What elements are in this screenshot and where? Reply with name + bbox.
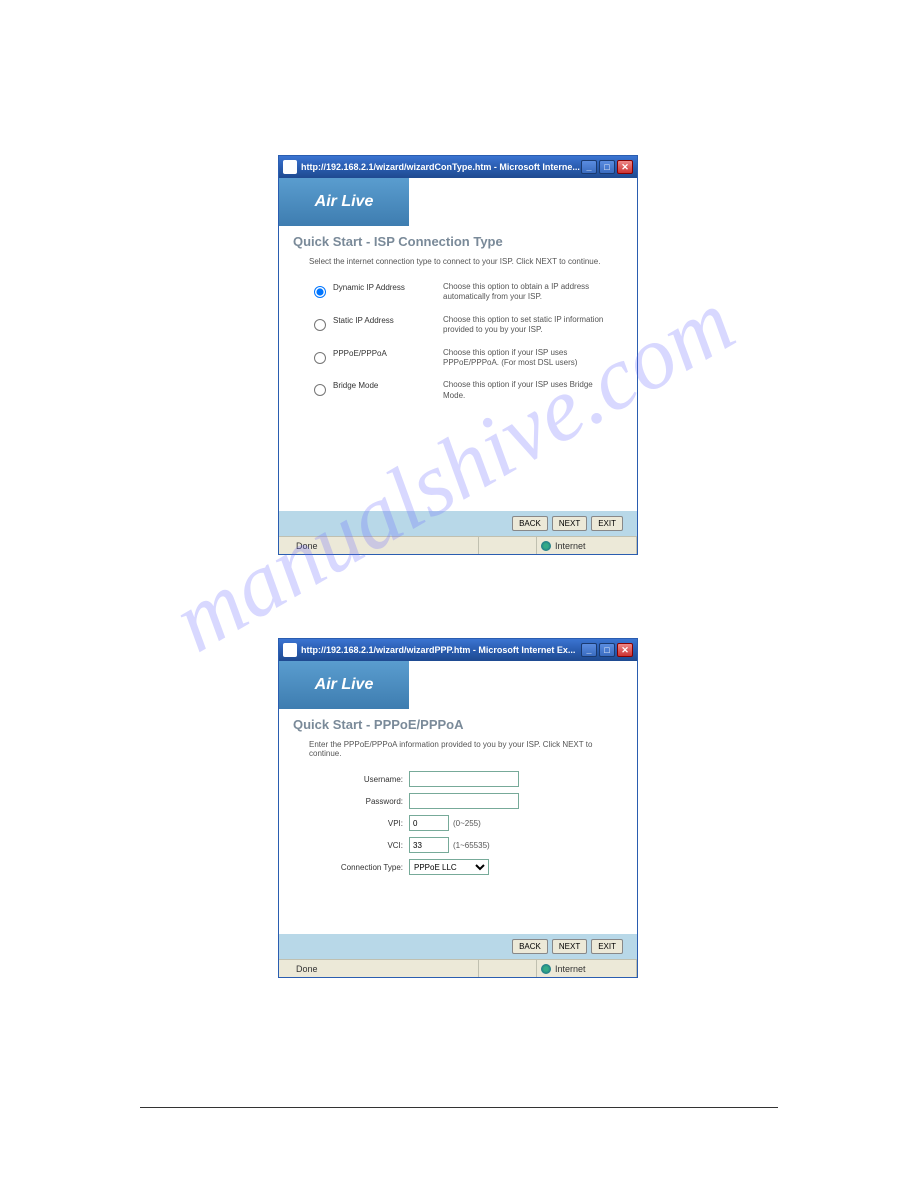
- back-button[interactable]: BACK: [512, 939, 548, 954]
- radio-bridge[interactable]: [314, 384, 326, 396]
- next-button[interactable]: NEXT: [552, 516, 587, 531]
- status-zone: Internet: [537, 960, 637, 977]
- label-vci: VCI:: [309, 841, 409, 850]
- window-title: http://192.168.2.1/wizard/wizardPPP.htm …: [301, 645, 581, 655]
- radio-static-ip[interactable]: [314, 319, 326, 331]
- globe-icon: [541, 964, 551, 974]
- label-vpi: VPI:: [309, 819, 409, 828]
- ie-icon: [283, 643, 297, 657]
- maximize-button[interactable]: □: [599, 643, 615, 657]
- status-internet: Internet: [555, 541, 586, 551]
- row-conntype: Connection Type: PPPoE LLC: [279, 856, 637, 878]
- airlive-logo: Air Live: [279, 178, 409, 226]
- button-bar: BACK NEXT EXIT: [279, 511, 637, 536]
- titlebar[interactable]: http://192.168.2.1/wizard/wizardConType.…: [279, 156, 637, 178]
- label-conntype: Connection Type:: [309, 863, 409, 872]
- row-username: Username:: [279, 768, 637, 790]
- option-bridge[interactable]: Bridge Mode Choose this option if your I…: [279, 374, 637, 407]
- input-username[interactable]: [409, 771, 519, 787]
- radio-pppoe[interactable]: [314, 352, 326, 364]
- input-password[interactable]: [409, 793, 519, 809]
- logo-spacer: [409, 178, 637, 226]
- row-vpi: VPI: (0~255): [279, 812, 637, 834]
- option-label: Bridge Mode: [333, 380, 433, 390]
- globe-icon: [541, 541, 551, 551]
- content-area: Air Live Quick Start - PPPoE/PPPoA Enter…: [279, 661, 637, 959]
- content-area: Air Live Quick Start - ISP Connection Ty…: [279, 178, 637, 536]
- note-vpi: (0~255): [453, 819, 481, 828]
- page-icon: [283, 964, 293, 974]
- option-desc: Choose this option if your ISP uses Brid…: [443, 380, 607, 401]
- label-username: Username:: [309, 775, 409, 784]
- status-text: Done: [279, 960, 479, 977]
- minimize-button[interactable]: _: [581, 643, 597, 657]
- page-separator: [140, 1107, 778, 1108]
- row-password: Password:: [279, 790, 637, 812]
- select-conntype[interactable]: PPPoE LLC: [409, 859, 489, 875]
- page-title: Quick Start - ISP Connection Type: [279, 226, 637, 253]
- option-label: Static IP Address: [333, 315, 433, 325]
- status-done: Done: [296, 541, 318, 551]
- note-vci: (1~65535): [453, 841, 490, 850]
- titlebar[interactable]: http://192.168.2.1/wizard/wizardPPP.htm …: [279, 639, 637, 661]
- logo-bar: Air Live: [279, 661, 637, 709]
- option-pppoe[interactable]: PPPoE/PPPoA Choose this option if your I…: [279, 342, 637, 375]
- input-vci[interactable]: [409, 837, 449, 853]
- button-bar: BACK NEXT EXIT: [279, 934, 637, 959]
- option-dynamic-ip[interactable]: Dynamic IP Address Choose this option to…: [279, 276, 637, 309]
- page-title: Quick Start - PPPoE/PPPoA: [279, 709, 637, 736]
- maximize-button[interactable]: □: [599, 160, 615, 174]
- airlive-logo: Air Live: [279, 661, 409, 709]
- exit-button[interactable]: EXIT: [591, 939, 623, 954]
- option-label: PPPoE/PPPoA: [333, 348, 433, 358]
- window-buttons: _ □ ✕: [581, 643, 633, 657]
- status-spacer: [479, 960, 537, 977]
- status-spacer: [479, 537, 537, 554]
- window-buttons: _ □ ✕: [581, 160, 633, 174]
- minimize-button[interactable]: _: [581, 160, 597, 174]
- next-button[interactable]: NEXT: [552, 939, 587, 954]
- instruction-text: Enter the PPPoE/PPPoA information provid…: [279, 736, 637, 768]
- radio-dynamic-ip[interactable]: [314, 286, 326, 298]
- close-button[interactable]: ✕: [617, 643, 633, 657]
- option-desc: Choose this option to obtain a IP addres…: [443, 282, 607, 303]
- exit-button[interactable]: EXIT: [591, 516, 623, 531]
- logo-bar: Air Live: [279, 178, 637, 226]
- option-label: Dynamic IP Address: [333, 282, 433, 292]
- back-button[interactable]: BACK: [512, 516, 548, 531]
- browser-window-isp-type: http://192.168.2.1/wizard/wizardConType.…: [278, 155, 638, 555]
- input-vpi[interactable]: [409, 815, 449, 831]
- option-static-ip[interactable]: Static IP Address Choose this option to …: [279, 309, 637, 342]
- ie-icon: [283, 160, 297, 174]
- status-internet: Internet: [555, 964, 586, 974]
- window-title: http://192.168.2.1/wizard/wizardConType.…: [301, 162, 581, 172]
- statusbar: Done Internet: [279, 536, 637, 554]
- status-zone: Internet: [537, 537, 637, 554]
- status-done: Done: [296, 964, 318, 974]
- instruction-text: Select the internet connection type to c…: [279, 253, 637, 276]
- option-desc: Choose this option to set static IP info…: [443, 315, 607, 336]
- close-button[interactable]: ✕: [617, 160, 633, 174]
- logo-spacer: [409, 661, 637, 709]
- page-icon: [283, 541, 293, 551]
- statusbar: Done Internet: [279, 959, 637, 977]
- browser-window-pppoe: http://192.168.2.1/wizard/wizardPPP.htm …: [278, 638, 638, 978]
- status-text: Done: [279, 537, 479, 554]
- option-desc: Choose this option if your ISP uses PPPo…: [443, 348, 607, 369]
- row-vci: VCI: (1~65535): [279, 834, 637, 856]
- label-password: Password:: [309, 797, 409, 806]
